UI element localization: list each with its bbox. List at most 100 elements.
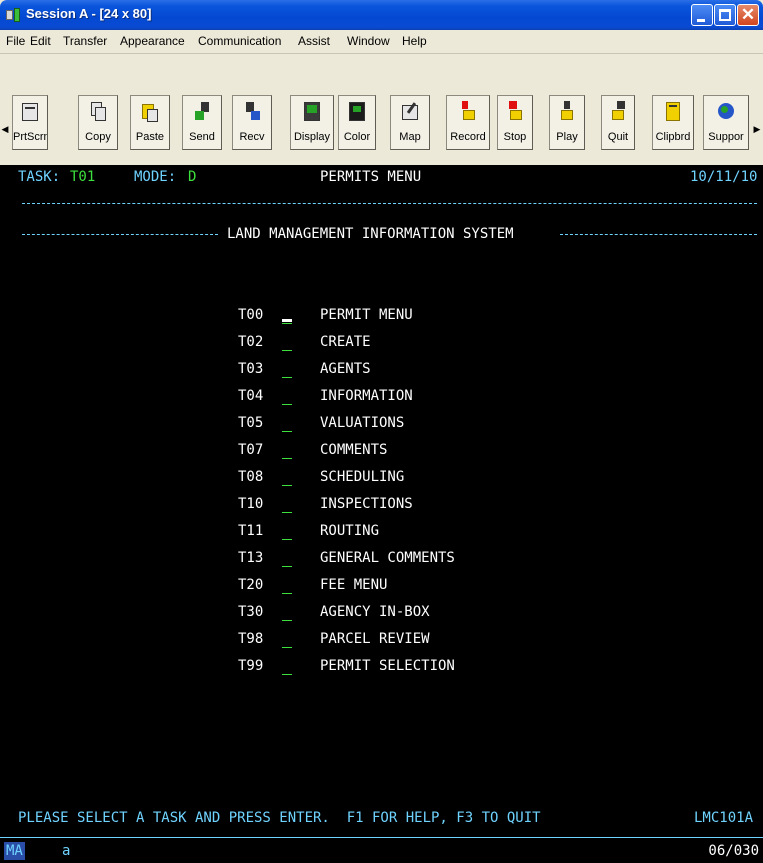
quit-icon [609, 101, 627, 123]
quit-button[interactable]: Quit [601, 95, 635, 150]
option-code: T99 [238, 658, 264, 674]
option-input-field[interactable] [282, 593, 292, 594]
text-cursor [282, 319, 292, 322]
window-title-bar[interactable]: Session A - [24 x 80] ✕ [0, 0, 763, 30]
stop-icon [506, 101, 524, 123]
option-input-field[interactable] [282, 404, 292, 405]
task-value: T01 [70, 169, 96, 185]
menu-transfer[interactable]: Transfer [63, 34, 107, 48]
toolbar: ◀ ▶ PrtScrn Copy Paste Send Recv Display… [0, 55, 763, 165]
copy-button[interactable]: Copy [78, 95, 118, 150]
screen-title: PERMITS MENU [320, 169, 422, 185]
screen-date: 10/11/10 [690, 169, 758, 185]
option-label: COMMENTS [320, 442, 388, 458]
toolbar-label: Copy [85, 131, 111, 143]
title-dash-right [560, 234, 757, 235]
receive-icon [243, 101, 261, 123]
toolbar-label: Color [343, 131, 371, 143]
prtscrn-button[interactable]: PrtScrn [12, 95, 48, 150]
cursor-position: 06/030 [708, 843, 759, 859]
option-label: ROUTING [320, 523, 380, 539]
option-code: T20 [238, 577, 264, 593]
option-label: AGENCY IN-BOX [320, 604, 430, 620]
copy-icon [89, 101, 107, 123]
option-input-field[interactable] [282, 539, 292, 540]
option-label: PARCEL REVIEW [320, 631, 430, 647]
option-code: T08 [238, 469, 264, 485]
option-code: T03 [238, 361, 264, 377]
option-input-field[interactable] [282, 377, 292, 378]
option-code: T10 [238, 496, 264, 512]
option-input-field[interactable] [282, 674, 292, 675]
terminal-screen[interactable]: TASK: T01 MODE: D PERMITS MENU 10/11/10 … [0, 165, 763, 837]
support-button[interactable]: Suppor [703, 95, 749, 150]
menu-help[interactable]: Help [402, 34, 427, 48]
toolbar-label: Clipbrd [655, 131, 691, 143]
clipbrd-button[interactable]: Clipbrd [652, 95, 694, 150]
option-input-field[interactable] [282, 620, 292, 621]
option-code: T11 [238, 523, 264, 539]
stop-button[interactable]: Stop [497, 95, 533, 150]
maximize-button[interactable] [714, 4, 736, 26]
menu-communication[interactable]: Communication [198, 34, 281, 48]
toolbar-label: Recv [239, 131, 265, 143]
support-icon [717, 101, 735, 123]
toolbar-scroll-left-icon[interactable]: ◀ [0, 122, 10, 136]
toolbar-label: Play [556, 131, 578, 143]
map-icon [401, 101, 419, 123]
minimize-button[interactable] [691, 4, 713, 26]
toolbar-label: Suppor [708, 131, 744, 143]
toolbar-scroll-right-icon[interactable]: ▶ [752, 122, 762, 136]
menu-bar: File Edit Transfer Appearance Communicat… [0, 30, 763, 54]
option-input-field[interactable] [282, 431, 292, 432]
menu-assist[interactable]: Assist [298, 34, 330, 48]
app-icon[interactable] [6, 8, 22, 22]
option-input-field[interactable] [282, 485, 292, 486]
instruction-text: PLEASE SELECT A TASK AND PRESS ENTER. F1… [18, 810, 541, 826]
option-label: INSPECTIONS [320, 496, 413, 512]
option-code: T00 [238, 307, 264, 323]
printer-screen-icon [21, 101, 39, 123]
paste-icon [141, 101, 159, 123]
mode-label: MODE: [134, 169, 177, 185]
option-label: PERMIT SELECTION [320, 658, 455, 674]
toolbar-label: Map [399, 131, 421, 143]
toolbar-label: Quit [607, 131, 629, 143]
option-input-field[interactable] [282, 566, 292, 567]
option-input-field[interactable] [282, 512, 292, 513]
clipboard-icon [664, 101, 682, 123]
toolbar-label: Record [450, 131, 486, 143]
option-label: SCHEDULING [320, 469, 405, 485]
menu-file[interactable]: File [6, 34, 25, 48]
display-button[interactable]: Display [290, 95, 334, 150]
menu-window[interactable]: Window [347, 34, 390, 48]
map-button[interactable]: Map [390, 95, 430, 150]
option-label: AGENTS [320, 361, 371, 377]
status-mode-char: a [62, 843, 71, 859]
close-icon: ✕ [740, 5, 756, 24]
recv-button[interactable]: Recv [232, 95, 272, 150]
toolbar-label: Stop [503, 131, 527, 143]
send-icon [193, 101, 211, 123]
option-code: T07 [238, 442, 264, 458]
option-input-field[interactable] [282, 350, 292, 351]
option-label: PERMIT MENU [320, 307, 413, 323]
option-code: T98 [238, 631, 264, 647]
toolbar-label: PrtScrn [13, 131, 47, 143]
option-input-field[interactable] [282, 323, 292, 324]
window-title: Session A - [24 x 80] [26, 6, 152, 21]
record-button[interactable]: Record [446, 95, 490, 150]
play-button[interactable]: Play [549, 95, 585, 150]
option-code: T05 [238, 415, 264, 431]
color-button[interactable]: Color [338, 95, 376, 150]
close-button[interactable]: ✕ [737, 4, 759, 26]
option-input-field[interactable] [282, 647, 292, 648]
menu-edit[interactable]: Edit [30, 34, 51, 48]
option-label: GENERAL COMMENTS [320, 550, 455, 566]
toolbar-label: Display [293, 131, 331, 143]
paste-button[interactable]: Paste [130, 95, 170, 150]
menu-appearance[interactable]: Appearance [120, 34, 185, 48]
send-button[interactable]: Send [182, 95, 222, 150]
option-input-field[interactable] [282, 458, 292, 459]
toolbar-label: Send [189, 131, 215, 143]
